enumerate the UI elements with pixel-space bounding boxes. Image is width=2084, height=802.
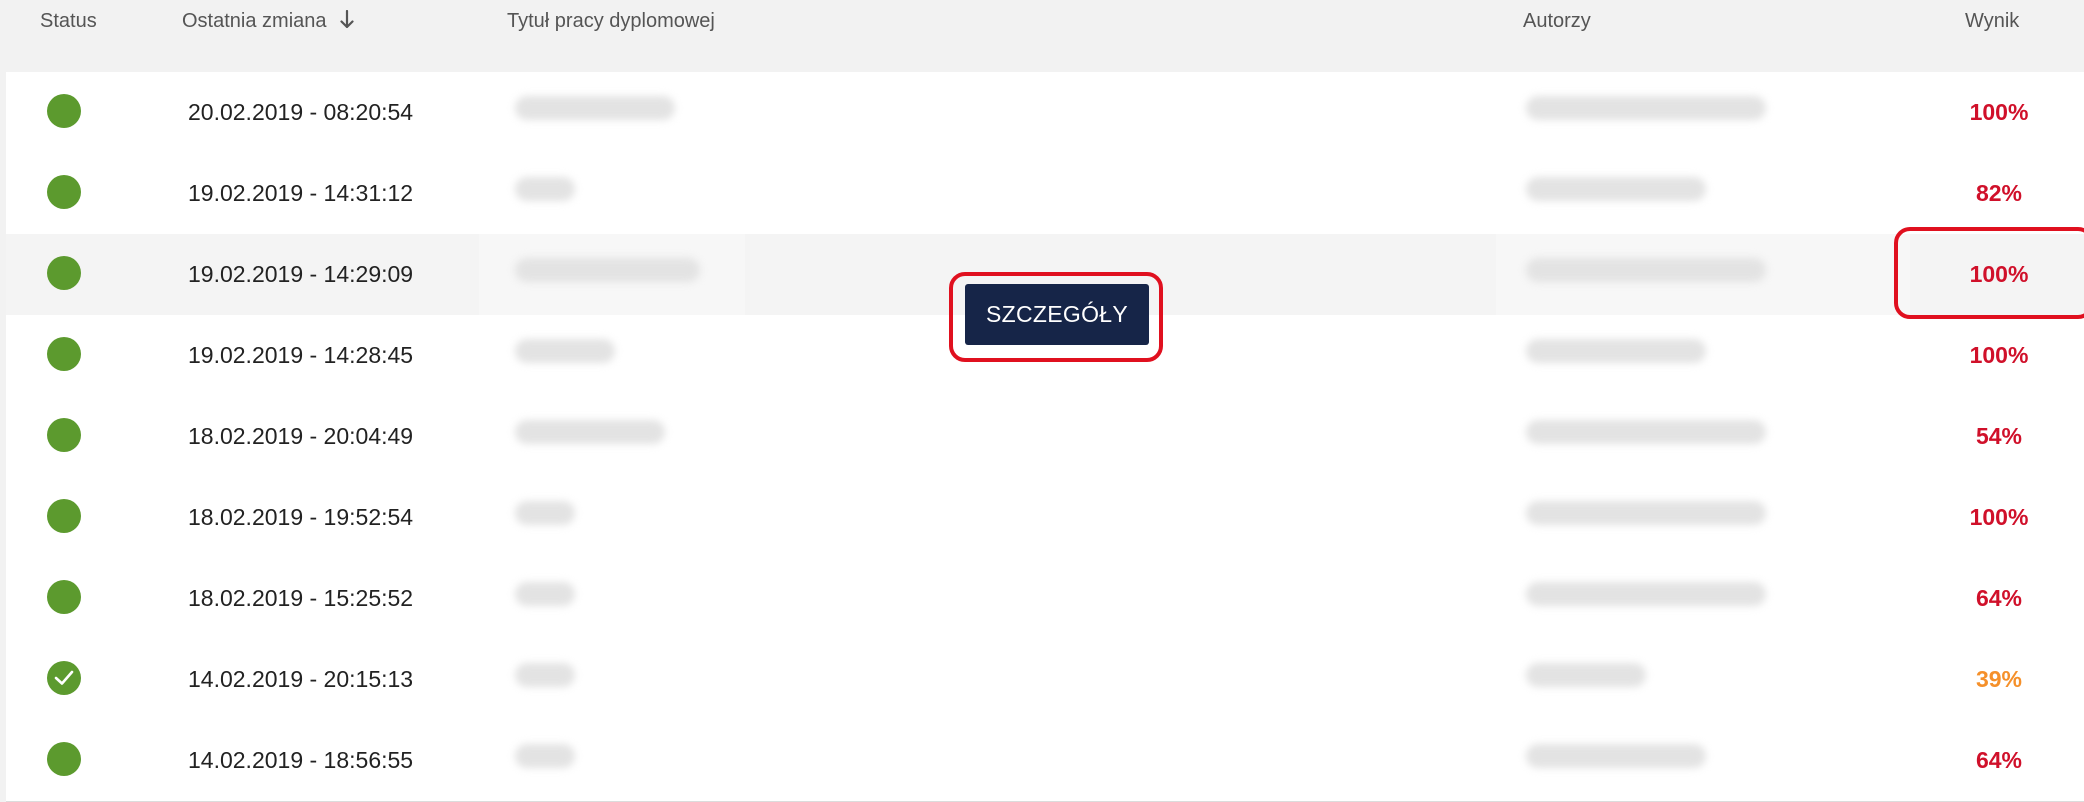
table-row[interactable]: 18.02.2019 - 20:04:49 54%	[6, 396, 2084, 478]
thesis-title-text	[515, 501, 575, 525]
row-date: 18.02.2019 - 19:52:54	[188, 504, 414, 530]
authors-cell	[1496, 72, 1910, 153]
table-row[interactable]: 18.02.2019 - 19:52:54 100%	[6, 477, 2084, 559]
authors-cell	[1496, 558, 1910, 639]
results-table: 20.02.2019 - 08:20:54 100% 19.02.2019 - 14…	[6, 72, 2084, 802]
authors-cell	[1496, 153, 1910, 234]
thesis-title-cell	[479, 234, 745, 315]
thesis-title-cell	[479, 153, 745, 234]
status-dot-icon	[47, 94, 81, 128]
row-date: 19.02.2019 - 14:31:12	[188, 180, 414, 206]
status-dot-icon	[47, 418, 81, 452]
score-value: 39%	[1975, 666, 2023, 692]
column-header-thesis-title[interactable]: Tytuł pracy dyplomowej	[507, 10, 715, 33]
thesis-title-text	[515, 339, 615, 363]
row-date: 18.02.2019 - 15:25:52	[188, 585, 414, 611]
details-button[interactable]: SZCZEGÓŁY	[965, 284, 1149, 345]
status-check-icon	[47, 661, 81, 695]
authors-cell	[1496, 396, 1910, 477]
status-dot-icon	[47, 337, 81, 371]
row-date: 14.02.2019 - 20:15:13	[188, 666, 414, 692]
row-date: 18.02.2019 - 20:04:49	[188, 423, 414, 449]
score-highlight	[1894, 227, 2084, 319]
thesis-title-text	[515, 744, 575, 768]
column-header-last-change-label: Ostatnia zmiana	[182, 10, 327, 32]
column-header-authors[interactable]: Autorzy	[1523, 10, 1591, 33]
column-header-status[interactable]: Status	[40, 10, 97, 33]
authors-text	[1526, 258, 1766, 282]
authors-text	[1526, 501, 1766, 525]
thesis-title-text	[515, 96, 675, 120]
thesis-title-cell	[479, 558, 745, 639]
row-date: 19.02.2019 - 14:29:09	[188, 261, 414, 287]
thesis-title-cell	[479, 396, 745, 477]
table-row[interactable]: 14.02.2019 - 18:56:55 64%	[6, 720, 2084, 802]
status-dot-icon	[47, 580, 81, 614]
score-value: 82%	[1975, 180, 2023, 206]
score-value: 100%	[1969, 99, 2029, 125]
table-row[interactable]: 14.02.2019 - 20:15:13 39%	[6, 639, 2084, 721]
column-header-last-change[interactable]: Ostatnia zmiana	[182, 9, 354, 33]
status-dot-icon	[47, 256, 81, 290]
status-dot-icon	[47, 175, 81, 209]
thesis-title-text	[515, 582, 575, 606]
score-value: 100%	[1969, 504, 2029, 530]
thesis-title-text	[515, 663, 575, 687]
authors-cell	[1496, 315, 1910, 396]
thesis-title-cell	[479, 639, 745, 720]
thesis-title-cell	[479, 315, 745, 396]
table-row[interactable]: 20.02.2019 - 08:20:54 100%	[6, 72, 2084, 154]
authors-text	[1526, 420, 1766, 444]
table-row[interactable]: 19.02.2019 - 14:31:12 82%	[6, 153, 2084, 235]
column-header-score[interactable]: Wynik	[1965, 10, 2019, 33]
thesis-title-cell	[479, 477, 745, 558]
table-row[interactable]: 18.02.2019 - 15:25:52 64%	[6, 558, 2084, 640]
sort-arrow-down-icon[interactable]	[340, 9, 354, 30]
score-value: 64%	[1975, 585, 2023, 611]
authors-cell	[1496, 639, 1910, 720]
row-date: 14.02.2019 - 18:56:55	[188, 747, 414, 773]
score-value: 64%	[1975, 747, 2023, 773]
authors-text	[1526, 744, 1706, 768]
thesis-title-text	[515, 258, 700, 282]
authors-text	[1526, 96, 1766, 120]
thesis-title-text	[515, 420, 665, 444]
score-value: 100%	[1969, 342, 2029, 368]
authors-text	[1526, 177, 1706, 201]
authors-cell	[1496, 234, 1910, 315]
row-date: 19.02.2019 - 14:28:45	[188, 342, 414, 368]
thesis-title-cell	[479, 72, 745, 153]
status-dot-icon	[47, 499, 81, 533]
authors-text	[1526, 663, 1646, 687]
authors-cell	[1496, 477, 1910, 558]
authors-text	[1526, 339, 1706, 363]
score-value: 54%	[1975, 423, 2023, 449]
status-dot-icon	[47, 742, 81, 776]
authors-text	[1526, 582, 1766, 606]
thesis-title-cell	[479, 720, 745, 801]
authors-cell	[1496, 720, 1910, 801]
table-header: Status Ostatnia zmiana Tytuł pracy dyplo…	[0, 0, 2084, 72]
thesis-title-text	[515, 177, 575, 201]
row-date: 20.02.2019 - 08:20:54	[188, 99, 414, 125]
